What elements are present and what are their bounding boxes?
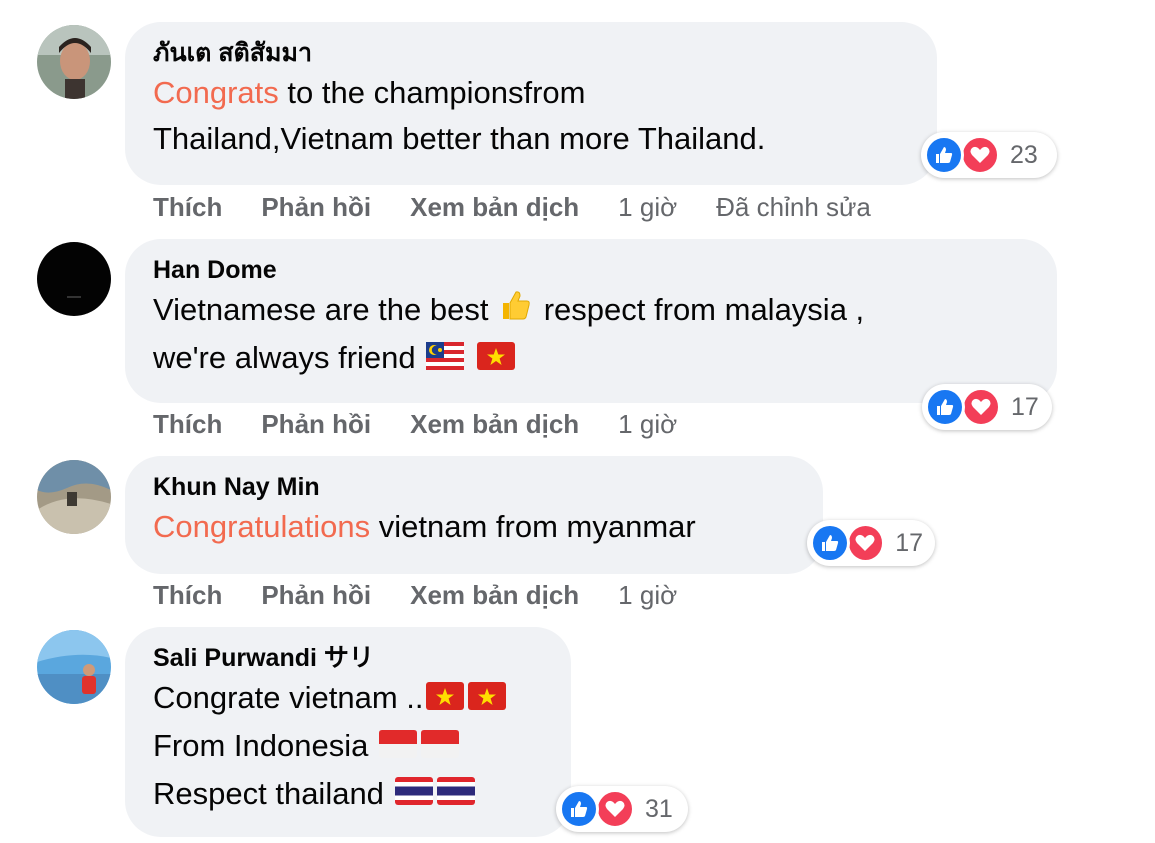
avatar[interactable] (37, 630, 111, 704)
reaction-count: 23 (1010, 140, 1038, 169)
comment-text-line: Thailand,Vietnam better than more Thaila… (153, 121, 766, 156)
avatar[interactable] (37, 242, 111, 316)
comment-author[interactable]: ภันเต สติสัมมา (153, 36, 909, 70)
like-icon (559, 789, 599, 829)
reaction-count: 17 (895, 528, 923, 557)
comment-text-line: From Indonesia (153, 723, 543, 771)
translate-button[interactable]: Xem bản dịch (410, 580, 579, 611)
vietnam-flag-icon (476, 337, 515, 383)
comment-text: we're always friend (153, 340, 416, 376)
timestamp[interactable]: 1 giờ (618, 580, 677, 611)
vietnam-flag-icon (425, 677, 464, 723)
comment-text-line: Respect thailand (153, 771, 543, 819)
comment-text: Congrate vietnam .. (153, 680, 424, 715)
comment-bubble: Sali Purwandi サリ Congrate vietnam .. Fro… (125, 627, 571, 837)
reply-button[interactable]: Phản hồi (261, 580, 371, 611)
comment-text-line: Congrats to the championsfrom (153, 70, 909, 116)
highlighted-word: Congratulations (153, 509, 371, 544)
vietnam-flag-icon (467, 677, 506, 723)
thailand-flag-icon (436, 772, 475, 818)
like-icon (924, 135, 964, 175)
indonesia-flag-icon (421, 725, 460, 771)
thailand-flag-icon (394, 772, 433, 818)
malaysia-flag-icon (426, 337, 465, 383)
comment-author[interactable]: Sali Purwandi サリ (153, 641, 543, 675)
comment-text-line: Congrate vietnam .. (153, 675, 543, 723)
thumbs-up-icon (499, 288, 533, 335)
love-icon (960, 135, 1000, 175)
translate-button[interactable]: Xem bản dịch (410, 409, 579, 440)
comment-text: vietnam from myanmar (370, 509, 696, 544)
like-icon (810, 523, 850, 563)
comment-bubble: Khun Nay Min Congratulations vietnam fro… (125, 456, 823, 574)
highlighted-word: Congrats (153, 75, 279, 110)
like-icon (925, 387, 965, 427)
reaction-summary[interactable]: 31 (556, 786, 688, 832)
comment-text: to the championsfrom (278, 75, 586, 110)
love-icon (845, 523, 886, 563)
comment-text: respect from malaysia , (543, 292, 865, 327)
comment-bubble: ภันเต สติสัมมา Congrats to the champions… (125, 22, 937, 185)
comment-text: Vietnamese are the best (153, 292, 489, 327)
comment-text-line: Congratulations vietnam from myanmar (153, 504, 795, 550)
timestamp[interactable]: 1 giờ (618, 192, 677, 223)
avatar[interactable] (37, 25, 111, 99)
comment-text: Respect thailand (153, 775, 384, 811)
comment-actions: Thích Phản hồi Xem bản dịch 1 giờ (153, 580, 716, 611)
comment-text: From Indonesia (153, 727, 369, 763)
comment-author[interactable]: Han Dome (153, 253, 1029, 287)
edited-label[interactable]: Đã chỉnh sửa (716, 192, 871, 223)
comment-text-line: Vietnamese are the best respect from mal… (153, 287, 1029, 335)
translate-button[interactable]: Xem bản dịch (410, 192, 579, 223)
reaction-count: 17 (1011, 392, 1039, 421)
comment-author[interactable]: Khun Nay Min (153, 470, 795, 504)
indonesia-flag-icon (379, 725, 418, 771)
like-button[interactable]: Thích (153, 409, 222, 440)
like-button[interactable]: Thích (153, 192, 222, 223)
reaction-count: 31 (645, 794, 673, 823)
comment-bubble: Han Dome Vietnamese are the best respect… (125, 239, 1057, 403)
timestamp[interactable]: 1 giờ (618, 409, 677, 440)
reply-button[interactable]: Phản hồi (261, 409, 371, 440)
reaction-summary[interactable]: 17 (922, 384, 1052, 430)
comment-actions: Thích Phản hồi Xem bản dịch 1 giờ (153, 409, 716, 440)
comment-text-line: we're always friend (153, 335, 1029, 383)
reaction-summary[interactable]: 23 (921, 132, 1057, 178)
avatar[interactable] (37, 460, 111, 534)
reply-button[interactable]: Phản hồi (261, 192, 371, 223)
comment-actions: Thích Phản hồi Xem bản dịch 1 giờ Đã chỉ… (153, 192, 910, 223)
love-icon (595, 789, 635, 829)
like-button[interactable]: Thích (153, 580, 222, 611)
reaction-summary[interactable]: 17 (807, 520, 935, 566)
love-icon (961, 387, 1001, 427)
